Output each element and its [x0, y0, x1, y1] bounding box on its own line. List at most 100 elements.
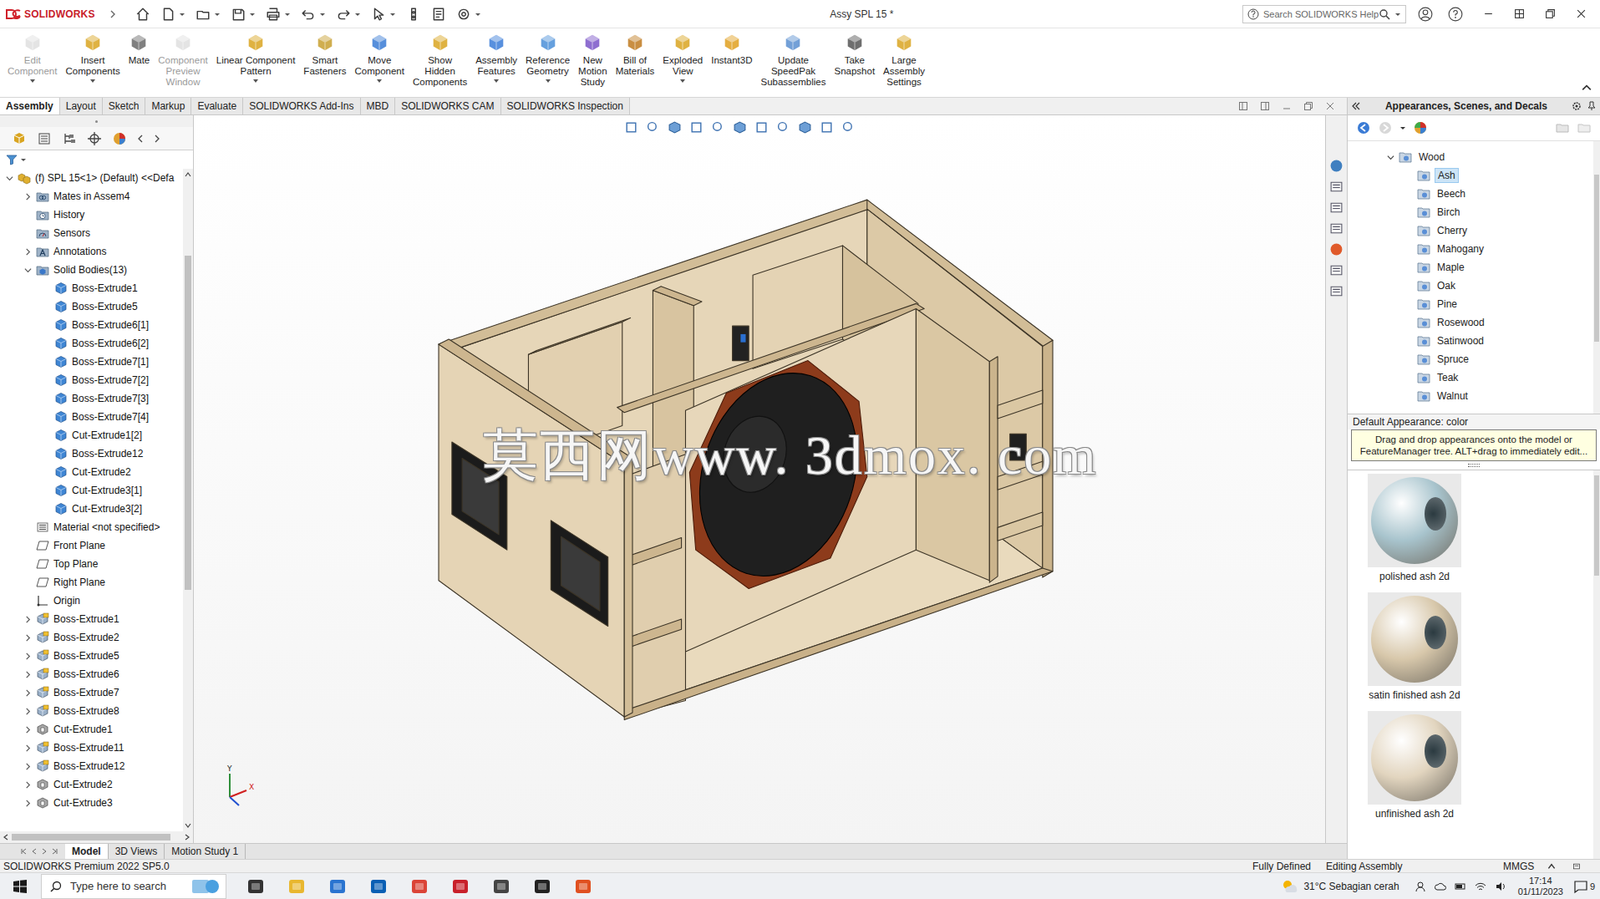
graphics-area[interactable]: 莫西网www. 3dmox. comYX	[193, 115, 1326, 844]
tree-item[interactable]: Boss-Extrude12	[0, 756, 183, 776]
ribbon-button[interactable]: AssemblyFeatures	[471, 32, 522, 84]
wifi-icon[interactable]	[1474, 880, 1487, 893]
collapse-arrow-icon[interactable]	[1386, 153, 1395, 162]
new-document-icon[interactable]	[160, 6, 176, 22]
tree-item[interactable]: Boss-Extrude6[1]	[0, 315, 183, 335]
tree-item[interactable]: Boss-Extrude6	[0, 665, 183, 684]
tree-item[interactable]: Cut-Extrude2	[0, 775, 183, 794]
dropdown-icon[interactable]	[389, 10, 397, 18]
appearances-icon[interactable]	[1329, 242, 1344, 257]
scroll-right-icon[interactable]	[183, 833, 191, 842]
dimxpert-icon[interactable]	[86, 131, 102, 147]
outlook-icon[interactable]	[369, 877, 388, 896]
appearance-folder[interactable]: Walnut	[1347, 386, 1594, 406]
previous-tab-icon[interactable]	[30, 847, 39, 856]
tree-item[interactable]: Boss-Extrude7[3]	[0, 389, 183, 408]
expand-arrow-icon[interactable]	[24, 634, 32, 642]
solidworks-resources-icon[interactable]	[1329, 158, 1344, 173]
search-highlight-icon[interactable]	[188, 876, 223, 897]
swatch-scrollbar[interactable]	[1593, 470, 1600, 859]
new-folder-icon[interactable]	[1576, 120, 1592, 136]
command-tab[interactable]: SOLIDWORKS Add-Ins	[243, 97, 361, 115]
help-search[interactable]: Search SOLIDWORKS Help	[1242, 5, 1407, 24]
tree-item[interactable]: Boss-Extrude12	[0, 444, 183, 463]
panel-splitter[interactable]	[0, 115, 194, 127]
command-tab[interactable]: Evaluate	[191, 97, 244, 115]
options-gear-icon[interactable]	[1571, 101, 1582, 112]
dynamic-annotation-icon[interactable]	[711, 120, 726, 135]
task-list-icon[interactable]	[1329, 284, 1344, 299]
file-explorer-icon[interactable]	[287, 877, 306, 896]
settings-icon[interactable]	[492, 877, 511, 896]
ribbon-button[interactable]: Linear ComponentPattern	[212, 32, 300, 84]
tree-item[interactable]: Boss-Extrude7[4]	[0, 407, 183, 427]
dropdown-icon[interactable]	[213, 10, 221, 18]
expand-arrow-icon[interactable]	[24, 689, 32, 697]
paint-icon[interactable]	[573, 877, 593, 896]
tree-item[interactable]: Front Plane	[0, 536, 183, 555]
configuration-manager-icon[interactable]	[61, 131, 77, 147]
save-icon[interactable]	[230, 6, 246, 22]
expand-arrow-icon[interactable]	[24, 744, 32, 752]
apply-scene-icon[interactable]	[819, 120, 834, 135]
tree-item[interactable]: Boss-Extrude5	[0, 297, 183, 316]
close-icon[interactable]	[1325, 101, 1336, 112]
tree-item[interactable]: Boss-Extrude7[1]	[0, 352, 183, 371]
redo-icon[interactable]	[335, 6, 351, 22]
pin-icon[interactable]	[1586, 101, 1597, 112]
dropdown-icon[interactable]	[29, 78, 36, 84]
tree-item[interactable]: History	[0, 205, 183, 224]
units-selector[interactable]: MMGS	[1503, 860, 1547, 873]
tree-item[interactable]: Boss-Extrude5	[0, 646, 183, 666]
appearance-swatch[interactable]: satin finished ash 2d	[1364, 592, 1465, 701]
dropdown-icon[interactable]	[474, 10, 482, 18]
tree-filter[interactable]	[0, 150, 194, 169]
expand-arrow-icon[interactable]	[24, 781, 32, 789]
clock[interactable]: 17:1401/11/2023	[1518, 875, 1564, 898]
dropdown-icon[interactable]	[679, 78, 686, 84]
dropdown-icon[interactable]	[178, 10, 186, 18]
scroll-down-icon[interactable]	[183, 822, 193, 829]
minimize-icon[interactable]	[1281, 101, 1292, 112]
command-tab[interactable]: SOLIDWORKS Inspection	[501, 97, 630, 115]
scroll-thumb[interactable]	[184, 255, 192, 590]
vertical-scrollbar[interactable]	[182, 168, 194, 832]
command-tab[interactable]: Sketch	[102, 97, 147, 115]
tile-windows-icon[interactable]	[1513, 8, 1525, 20]
tree-item[interactable]: Boss-Extrude1	[0, 279, 183, 298]
appearance-folder[interactable]: Cherry	[1347, 221, 1594, 240]
edit-appearance-icon[interactable]	[797, 120, 813, 135]
ribbon-button[interactable]: TakeSnapshot	[829, 32, 879, 77]
customize-icon[interactable]	[1571, 862, 1582, 871]
expand-arrow-icon[interactable]	[24, 762, 32, 771]
minimize-icon[interactable]	[1483, 8, 1494, 20]
ribbon-button[interactable]: ComponentPreviewWindow	[153, 32, 212, 88]
scroll-thumb[interactable]	[11, 833, 171, 841]
collapse-ribbon-icon[interactable]	[1581, 82, 1592, 93]
expand-arrow-icon[interactable]	[24, 670, 32, 679]
split-view-icon[interactable]	[1238, 101, 1249, 112]
appearance-folder[interactable]: Spruce	[1347, 350, 1594, 369]
model-tab[interactable]: 3D Views	[108, 843, 165, 859]
tree-item[interactable]: Right Plane	[0, 573, 183, 592]
appearance-folder[interactable]: Pine	[1347, 294, 1594, 314]
view-palette-icon[interactable]	[1329, 221, 1344, 236]
tree-item[interactable]: Boss-Extrude11	[0, 738, 183, 757]
battery-icon[interactable]	[1454, 880, 1467, 893]
dropdown-icon[interactable]	[492, 78, 500, 84]
dropdown-icon[interactable]	[319, 10, 326, 18]
expand-arrow-icon[interactable]	[24, 652, 32, 661]
options-gear-icon[interactable]	[456, 6, 472, 22]
task-view-icon[interactable]	[246, 877, 265, 896]
tree-item[interactable]: Top Plane	[0, 554, 183, 574]
home-icon[interactable]	[135, 6, 151, 22]
dropdown-icon[interactable]	[252, 78, 260, 84]
tree-item[interactable]: Cut-Extrude3	[0, 793, 183, 813]
tab-scroll-right-icon[interactable]	[153, 134, 161, 143]
last-tab-icon[interactable]	[50, 847, 59, 856]
command-tab[interactable]: SOLIDWORKS CAM	[395, 97, 501, 115]
forward-icon[interactable]	[1377, 120, 1393, 136]
ribbon-button[interactable]: LargeAssemblySettings	[878, 32, 930, 88]
tree-item[interactable]: Cut-Extrude3[1]	[0, 481, 183, 500]
ribbon-button[interactable]: MoveComponent	[350, 32, 409, 84]
